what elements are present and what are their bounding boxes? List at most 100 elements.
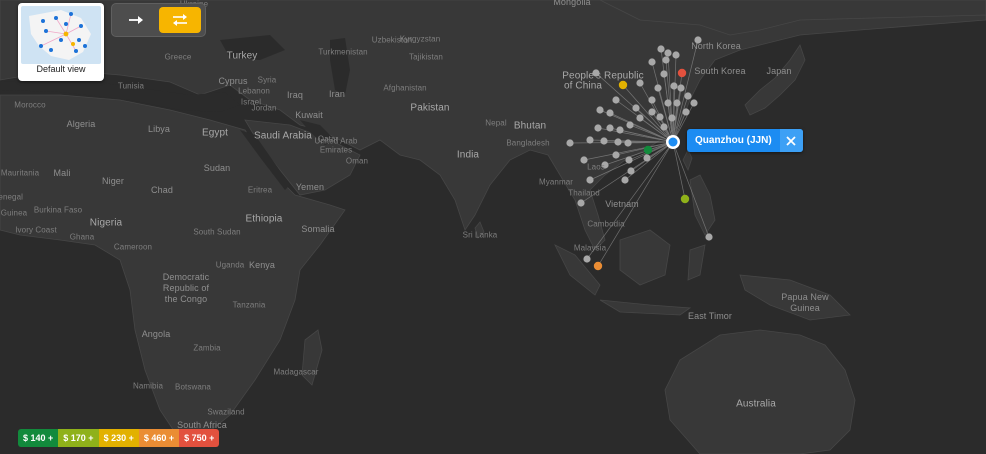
map-label-mongolia: Mongolia — [553, 0, 591, 7]
destination-dot[interactable] — [626, 121, 634, 129]
map-label-tanzania: Tanzania — [232, 300, 266, 310]
map-label-angola: Angola — [141, 329, 171, 339]
destination-dot[interactable] — [618, 80, 628, 90]
land-java — [599, 299, 692, 316]
destination-dot[interactable] — [643, 145, 653, 155]
return-trip-button[interactable] — [159, 7, 201, 33]
destination-dot[interactable] — [656, 113, 664, 121]
destination-dot[interactable] — [596, 106, 604, 114]
destination-dot[interactable] — [690, 99, 698, 107]
map-label-vietnam: Vietnam — [605, 199, 639, 209]
map-label-laos: Laos — [587, 162, 605, 172]
map-label-oman: Oman — [345, 156, 369, 166]
map-label-saudi-arabia: Saudi Arabia — [254, 130, 312, 142]
destination-dot[interactable] — [648, 96, 656, 104]
map-label-bhutan: Bhutan — [513, 120, 547, 132]
trip-direction-toggle — [111, 3, 206, 37]
destination-dot[interactable] — [606, 124, 614, 132]
destination-dot[interactable] — [654, 84, 662, 92]
land-japan — [744, 44, 806, 116]
one-way-button[interactable] — [115, 7, 157, 33]
destination-dot[interactable] — [600, 137, 608, 145]
map-label-pakistan: Pakistan — [410, 102, 450, 114]
map-label-niger: Niger — [101, 176, 125, 186]
destination-dot[interactable] — [672, 51, 680, 59]
map-label-chad: Chad — [151, 185, 173, 195]
map-label-zambia: Zambia — [193, 343, 221, 353]
destination-dot[interactable] — [614, 138, 622, 146]
destination-dot[interactable] — [586, 176, 594, 184]
map-label-thailand: Thailand — [568, 188, 600, 198]
destination-dot[interactable] — [625, 156, 633, 164]
destination-dot[interactable] — [583, 255, 591, 263]
map-label-bangladesh: Bangladesh — [506, 138, 550, 148]
default-view-caption: Default view — [36, 64, 86, 74]
destination-dot[interactable] — [682, 108, 690, 116]
map-label-eritrea: Eritrea — [247, 185, 273, 195]
map-label-greece: Greece — [164, 52, 192, 62]
destination-dot[interactable] — [593, 261, 603, 271]
destination-dot[interactable] — [606, 109, 614, 117]
map-label-guinea: Guinea — [0, 208, 28, 218]
destination-dot[interactable] — [632, 104, 640, 112]
map-label-cameroon: Cameroon — [113, 242, 153, 252]
destination-dot[interactable] — [577, 199, 585, 207]
origin-name: Quanzhou (JJN) — [695, 135, 772, 146]
map-label-burkina-faso: Burkina Faso — [33, 205, 83, 215]
map-label-cyprus: Cyprus — [218, 76, 248, 86]
map-canvas[interactable]: UkraineMongoliaNorth KoreaSouth KoreaJap… — [0, 0, 986, 454]
destination-dot[interactable] — [668, 114, 676, 122]
map-label-japan: Japan — [766, 66, 792, 76]
map-label-egypt: Egypt — [201, 127, 229, 139]
destination-dot[interactable] — [662, 56, 670, 64]
destination-dot[interactable] — [677, 84, 685, 92]
map-label-ivory-coast: Ivory Coast — [15, 225, 57, 235]
destination-dot[interactable] — [612, 151, 620, 159]
destination-dot[interactable] — [624, 139, 632, 147]
default-view-thumbnail — [21, 6, 101, 64]
destination-dot[interactable] — [612, 96, 620, 104]
map-label-mauritania: Mauritania — [0, 168, 40, 178]
destination-dot[interactable] — [621, 176, 629, 184]
destination-dot[interactable] — [677, 68, 687, 78]
destination-dot[interactable] — [657, 45, 665, 53]
land-philippines — [689, 174, 716, 236]
route-line — [672, 141, 686, 200]
map-label-botswana: Botswana — [175, 382, 211, 392]
map-label-myanmar: Myanmar — [538, 177, 574, 187]
land-australia — [664, 329, 856, 454]
destination-dot[interactable] — [616, 126, 624, 134]
destination-dot[interactable] — [684, 92, 692, 100]
destination-dot[interactable] — [664, 99, 672, 107]
remove-origin-button[interactable] — [779, 129, 803, 152]
destination-dot[interactable] — [627, 167, 635, 175]
destination-dot[interactable] — [680, 194, 690, 204]
map-label-tunisia: Tunisia — [117, 81, 145, 91]
origin-label[interactable]: Quanzhou (JJN) — [687, 129, 803, 152]
destination-dot[interactable] — [705, 233, 713, 241]
destination-dot[interactable] — [648, 108, 656, 116]
land-sumatra — [554, 244, 601, 296]
land-borneo — [619, 229, 671, 286]
destination-dot[interactable] — [586, 136, 594, 144]
land-sulawesi — [687, 244, 706, 281]
map-label-swaziland: Swaziland — [207, 407, 245, 417]
map-label-ghana: Ghana — [69, 232, 95, 242]
map-label-uganda: Uganda — [215, 260, 245, 270]
map-label-malaysia: Malaysia — [573, 243, 607, 253]
destination-dot[interactable] — [566, 139, 574, 147]
destination-dot[interactable] — [673, 99, 681, 107]
map-label-nigeria: Nigeria — [89, 217, 123, 229]
destination-dot[interactable] — [660, 70, 668, 78]
destination-dot[interactable] — [643, 154, 651, 162]
destination-dot[interactable] — [636, 114, 644, 122]
destination-dot[interactable] — [660, 123, 668, 131]
destination-dot[interactable] — [670, 82, 678, 90]
map-label-lebanon: Lebanon — [238, 86, 270, 96]
destination-dot[interactable] — [648, 58, 656, 66]
legend-chip-170: $ 170 + — [58, 429, 99, 447]
destination-dot[interactable] — [664, 49, 672, 57]
default-view-button[interactable]: Default view — [18, 3, 104, 81]
destination-dot[interactable] — [594, 124, 602, 132]
map-label-iraq: Iraq — [287, 90, 303, 100]
